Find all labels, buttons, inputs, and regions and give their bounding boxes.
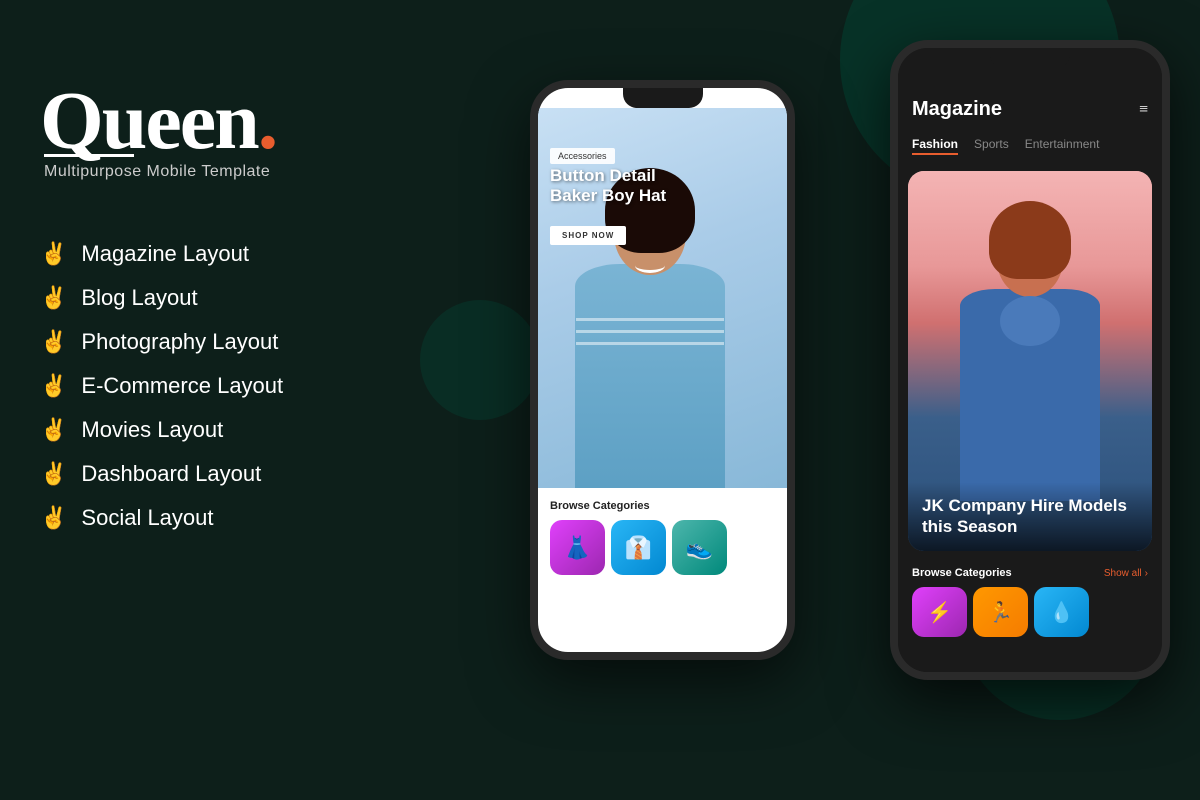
phones-container: Accessories Button Detail Baker Boy Hat … (480, 0, 1200, 800)
logo-subtitle: Multipurpose Mobile Template (44, 163, 460, 181)
feature-label-4: E-Commerce Layout (81, 373, 283, 399)
p1-product-title: Button Detail Baker Boy Hat (550, 166, 690, 207)
p1-bottom-section: Browse Categories 👗 👔 👟 (538, 488, 787, 587)
show-all-text: Show all (1104, 568, 1142, 579)
p1-browse-title: Browse Categories (550, 500, 775, 512)
peace-icon-7: ✌️ (40, 505, 67, 531)
phone2-notch (990, 48, 1070, 68)
p1-smile (635, 258, 665, 273)
chevron-right-icon: › (1145, 568, 1148, 579)
p2-nav-sports[interactable]: Sports (974, 137, 1009, 155)
p1-figure-body (560, 168, 740, 488)
p1-woman-figure (560, 168, 740, 488)
list-item: ✌️ Blog Layout (40, 285, 460, 311)
peace-icon-4: ✌️ (40, 373, 67, 399)
lightning-icon: ⚡ (927, 600, 952, 625)
p1-category-shoes[interactable]: 👟 (672, 520, 727, 575)
p2-article-card[interactable]: JK Company Hire Models this Season (908, 171, 1152, 551)
shoes-icon: 👟 (686, 535, 713, 561)
p2-category-1[interactable]: ⚡ (912, 587, 967, 637)
p2-card-overlay: JK Company Hire Models this Season (908, 482, 1152, 551)
phone1-notch (623, 88, 703, 108)
feature-label-5: Movies Layout (81, 417, 223, 443)
p2-browse-row: Browse Categories Show all › (912, 567, 1148, 579)
feature-list: ✌️ Magazine Layout ✌️ Blog Layout ✌️ Pho… (40, 241, 460, 531)
p2-nav-fashion[interactable]: Fashion (912, 137, 958, 155)
water-icon: 💧 (1049, 600, 1074, 625)
p1-body (575, 264, 725, 488)
list-item: ✌️ Dashboard Layout (40, 461, 460, 487)
p2-article-title: JK Company Hire Models this Season (922, 496, 1138, 537)
phone2-mockup: Magazine ≡ Fashion Sports Entertainment (890, 40, 1170, 680)
peace-icon-2: ✌️ (40, 285, 67, 311)
logo-text: Queen. (40, 80, 460, 162)
p2-browse-title: Browse Categories (912, 567, 1012, 579)
peace-icon-3: ✌️ (40, 329, 67, 355)
p1-shop-button[interactable]: SHOP NOW (550, 226, 626, 245)
p2-header-title: Magazine (912, 98, 1002, 121)
p2-show-all-link[interactable]: Show all › (1104, 568, 1148, 579)
phone1-screen: Accessories Button Detail Baker Boy Hat … (538, 88, 787, 652)
shirt-icon: 👔 (625, 535, 652, 561)
p2-ruffle1 (1000, 296, 1060, 346)
left-panel: Queen. Multipurpose Mobile Template ✌️ M… (40, 80, 460, 549)
dress-icon: 👗 (564, 535, 591, 561)
p2-bottom-section: Browse Categories Show all › ⚡ 🏃 💧 (898, 557, 1162, 643)
p2-navigation: Fashion Sports Entertainment (898, 131, 1162, 165)
logo-name: Queen (40, 75, 258, 166)
p2-header: Magazine ≡ (898, 68, 1162, 131)
p2-category-2[interactable]: 🏃 (973, 587, 1028, 637)
p1-stripe3 (576, 342, 724, 345)
list-item: ✌️ Social Layout (40, 505, 460, 531)
p1-category-dress[interactable]: 👗 (550, 520, 605, 575)
logo-dot: . (258, 75, 277, 166)
p2-model-figure (950, 201, 1110, 501)
p2-categories: ⚡ 🏃 💧 (912, 587, 1148, 637)
hamburger-icon[interactable]: ≡ (1139, 101, 1148, 119)
feature-label-7: Social Layout (81, 505, 213, 531)
p2-figure-body (950, 201, 1110, 501)
p1-stripe2 (576, 330, 724, 333)
feature-label-2: Blog Layout (81, 285, 197, 311)
list-item: ✌️ Movies Layout (40, 417, 460, 443)
feature-label-6: Dashboard Layout (81, 461, 261, 487)
peace-icon-6: ✌️ (40, 461, 67, 487)
logo-container: Queen. Multipurpose Mobile Template (40, 80, 460, 181)
feature-label-3: Photography Layout (81, 329, 278, 355)
p1-category-badge: Accessories (550, 148, 615, 164)
phone1-mockup: Accessories Button Detail Baker Boy Hat … (530, 80, 795, 660)
p1-stripe1 (576, 318, 724, 321)
feature-label-1: Magazine Layout (81, 241, 249, 267)
sports-icon: 🏃 (988, 600, 1013, 625)
peace-icon-1: ✌️ (40, 241, 67, 267)
p2-category-3[interactable]: 💧 (1034, 587, 1089, 637)
list-item: ✌️ Photography Layout (40, 329, 460, 355)
p1-categories: 👗 👔 👟 (550, 520, 775, 575)
p1-category-shirt[interactable]: 👔 (611, 520, 666, 575)
list-item: ✌️ E-Commerce Layout (40, 373, 460, 399)
peace-icon-5: ✌️ (40, 417, 67, 443)
p1-hero-section: Accessories Button Detail Baker Boy Hat … (538, 108, 787, 488)
list-item: ✌️ Magazine Layout (40, 241, 460, 267)
p2-nav-entertainment[interactable]: Entertainment (1025, 137, 1100, 155)
p2-hair (989, 201, 1071, 279)
phone2-screen: Magazine ≡ Fashion Sports Entertainment (898, 48, 1162, 672)
